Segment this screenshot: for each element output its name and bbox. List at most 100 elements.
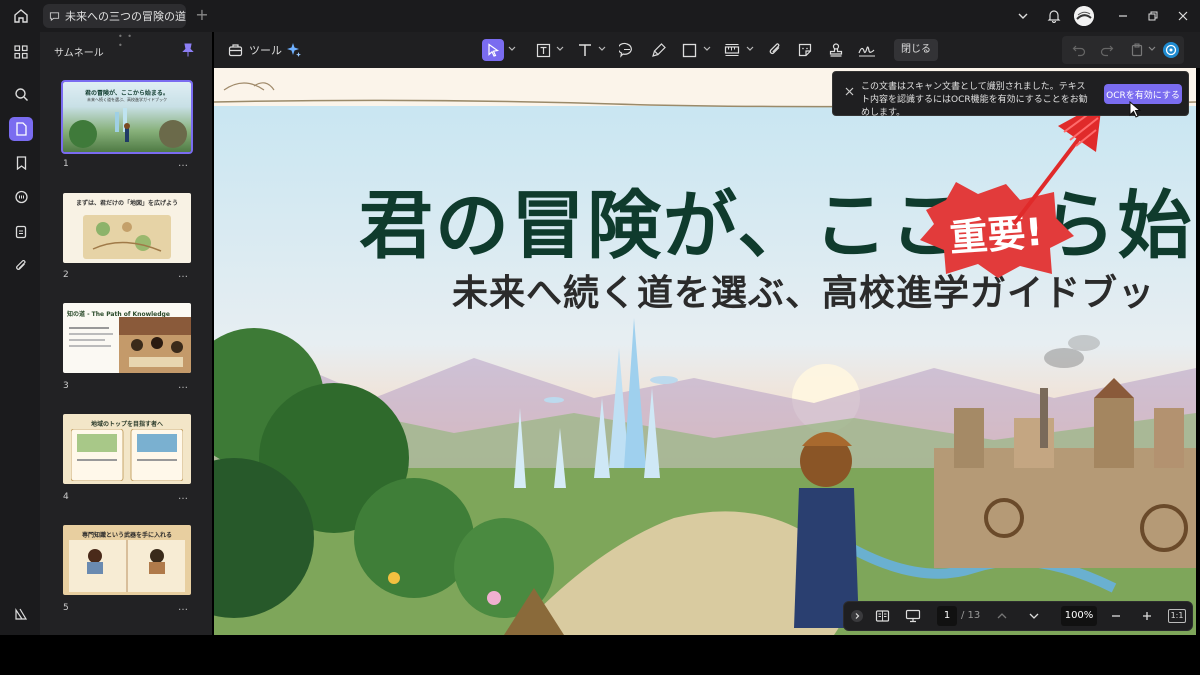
thumbnail-page-number: 1 [63, 159, 69, 169]
nav-expand-button[interactable] [848, 602, 866, 630]
save-button[interactable] [1126, 39, 1148, 61]
minus-icon [1112, 615, 1120, 617]
previous-page-button[interactable] [992, 602, 1012, 630]
thumbnail-page-2[interactable]: まずは、君だけの「地図」を広げよう [63, 193, 191, 263]
close-icon [845, 87, 854, 96]
signature-tool-button[interactable] [856, 39, 878, 61]
marker-icon [652, 43, 666, 57]
zoom-in-button[interactable] [1137, 602, 1157, 630]
presentation-button[interactable] [900, 602, 926, 630]
measure-tool-button[interactable] [721, 39, 743, 61]
chevron-right-icon [851, 610, 863, 622]
zoom-level-input[interactable]: 100% [1061, 606, 1097, 626]
thumbnail-page-5[interactable]: 専門知識という武器を手に入れる [63, 525, 191, 595]
text-tool-button[interactable] [574, 39, 596, 61]
rail-grid-button[interactable] [9, 40, 33, 64]
thumbnail-page-3[interactable]: 知の道 - The Path of Knowledge [63, 303, 191, 373]
search-icon [14, 87, 28, 101]
close-icon [1178, 11, 1188, 21]
rectangle-icon [682, 43, 696, 57]
paperclip-icon [769, 43, 780, 54]
page-total: / 13 [961, 610, 981, 621]
thumbnail-more-button[interactable]: … [178, 269, 189, 280]
speech-bubble-icon [619, 42, 632, 58]
stamp-tool-button[interactable] [825, 39, 847, 61]
restore-icon [1148, 11, 1158, 21]
user-avatar[interactable] [1074, 6, 1094, 26]
signature-icon [858, 46, 875, 57]
redo-button[interactable] [1096, 39, 1118, 61]
page-navigation-bar: 1 / 13 100% 1:1 [843, 601, 1193, 631]
thumbnail-page-number: 3 [63, 381, 69, 391]
enable-ocr-button[interactable]: OCRを有効にする [1104, 84, 1182, 104]
rail-comments-button[interactable] [9, 185, 33, 209]
thumbnail-page-4[interactable]: 地域のトップを目指す者へ [63, 414, 191, 484]
comment-bubble-icon [14, 190, 28, 203]
attach-tool-button[interactable] [764, 39, 786, 61]
select-tool-caret-icon[interactable] [508, 44, 516, 54]
title-bar: 未来への三つの冒険の道 + [0, 0, 1200, 32]
chevron-down-button[interactable] [1010, 4, 1036, 28]
rail-search-button[interactable] [9, 82, 33, 106]
sticker-icon [798, 43, 812, 57]
thumbnail-more-button[interactable]: … [178, 380, 189, 391]
text-box-caret-icon[interactable] [556, 44, 564, 54]
chevron-down-icon [1018, 13, 1028, 19]
document-tab[interactable]: 未来への三つの冒険の道 [43, 4, 186, 28]
home-button[interactable] [8, 4, 34, 28]
thumbnail-more-button[interactable]: … [178, 491, 189, 502]
ai-assistant-button[interactable] [282, 38, 306, 62]
document-icon [15, 225, 27, 239]
thumbnail-panel: • • • サムネール 君の冒険が、ここから始まる。 未来へ続く道を選ぶ、高校進… [40, 32, 212, 635]
reading-mode-button[interactable] [870, 602, 894, 630]
text-icon [579, 44, 591, 56]
cursor-icon [488, 43, 500, 57]
thumbnail-more-button[interactable]: … [178, 602, 189, 613]
thumbnail-page-1[interactable]: 君の冒険が、ここから始まる。 未来へ続く道を選ぶ、高校進学ガイドブック [61, 80, 193, 154]
current-page-input[interactable]: 1 [937, 606, 957, 626]
close-window-button[interactable] [1170, 4, 1196, 28]
tools-label: ツール [249, 44, 282, 57]
thumbnail-more-button[interactable]: … [178, 158, 189, 169]
measure-tool-caret-icon[interactable] [746, 44, 754, 54]
select-tool-button[interactable] [482, 39, 504, 61]
notification-button[interactable] [1041, 4, 1067, 28]
ocr-dismiss-button[interactable] [845, 86, 854, 99]
rail-attachment-button[interactable] [9, 254, 33, 278]
tools-button[interactable]: ツール [222, 38, 288, 62]
rail-document-button[interactable] [9, 220, 33, 244]
panel-drag-handle[interactable]: • • • [118, 32, 134, 50]
thumbnail-text-lines [69, 327, 113, 347]
save-caret-icon[interactable] [1148, 44, 1156, 54]
document-canvas[interactable]: 君の冒険が、ここから始ま 未来へ続く道を選ぶ、高校進学ガイドブッ 重要! [214, 68, 1196, 635]
right-tool-group [1062, 36, 1184, 64]
comment-tool-button[interactable] [616, 39, 638, 61]
ai-chat-button[interactable] [1160, 39, 1182, 61]
actual-size-button[interactable]: 1:1 [1166, 602, 1188, 630]
zoom-out-button[interactable] [1106, 602, 1126, 630]
main-toolbar: ツール 閉じる [214, 32, 1200, 68]
new-tab-button[interactable]: + [192, 5, 212, 25]
rail-thumbnails-button[interactable] [9, 117, 33, 141]
shape-tool-button[interactable] [678, 39, 700, 61]
toolbox-icon [228, 44, 243, 57]
restore-button[interactable] [1140, 4, 1166, 28]
next-page-button[interactable] [1024, 602, 1044, 630]
text-box-tool-button[interactable] [532, 39, 554, 61]
left-icon-rail [0, 32, 40, 635]
minimize-button[interactable] [1110, 4, 1136, 28]
ruler-icon [724, 44, 740, 56]
close-edit-button[interactable]: 閉じる [894, 39, 938, 61]
highlight-tool-button[interactable] [648, 39, 670, 61]
pin-icon [182, 43, 194, 57]
rail-bookmark-button[interactable] [9, 151, 33, 175]
shape-tool-caret-icon[interactable] [703, 44, 711, 54]
text-tool-caret-icon[interactable] [598, 44, 606, 54]
stamp-icon [829, 43, 843, 57]
pin-button[interactable] [180, 42, 196, 58]
text-box-icon [536, 43, 550, 57]
rail-brand-button[interactable] [9, 602, 33, 626]
undo-button[interactable] [1068, 39, 1090, 61]
sticker-tool-button[interactable] [794, 39, 816, 61]
thumbnail-classroom-illustration [119, 317, 191, 373]
